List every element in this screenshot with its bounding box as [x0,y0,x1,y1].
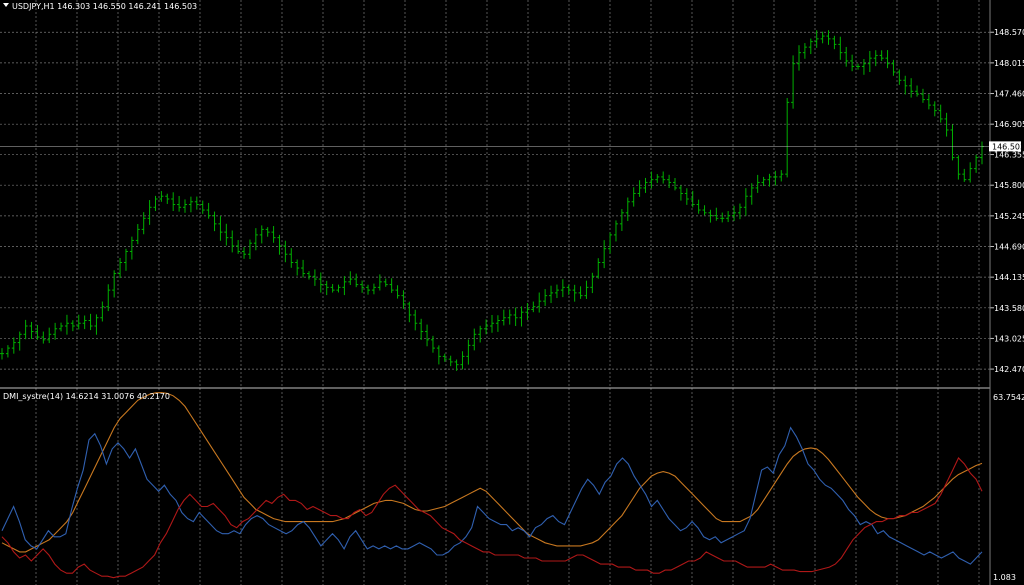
price-tick-label: 148.015 [994,59,1024,68]
chart-background [0,0,1024,585]
price-tick-label: 144.135 [994,273,1024,282]
price-tick-label: 143.025 [994,334,1024,343]
price-tick-label: 148.570 [994,28,1024,37]
price-tick-label: 147.460 [994,90,1024,99]
price-tick-label: 143.580 [994,304,1024,313]
current-price-label: 146.503 [992,142,1024,151]
price-tick-label: 146.905 [994,120,1024,129]
price-tick-label: 146.355 [994,151,1024,160]
price-tick-label: 145.800 [994,181,1024,190]
price-tick-label: 142.470 [994,365,1024,374]
price-tick-label: 144.690 [994,242,1024,251]
price-tick-label: 145.245 [994,212,1024,221]
trading-chart[interactable]: 148.570 148.015 147.460 146.905 146.355 145.8… [0,0,1024,585]
main-window-header-text: USDJPY,H1 146.303 146.550 146.241 146.50… [12,2,197,11]
indicator-header-text: DMI_systre(14) 14.6214 31.0076 40.2170 [3,392,170,401]
main-window-header: USDJPY,H1 146.303 146.550 146.241 146.50… [3,2,197,11]
indicator-min-label: 1.083 [993,573,1016,582]
indicator-max-label: 63.7542 [993,393,1024,402]
